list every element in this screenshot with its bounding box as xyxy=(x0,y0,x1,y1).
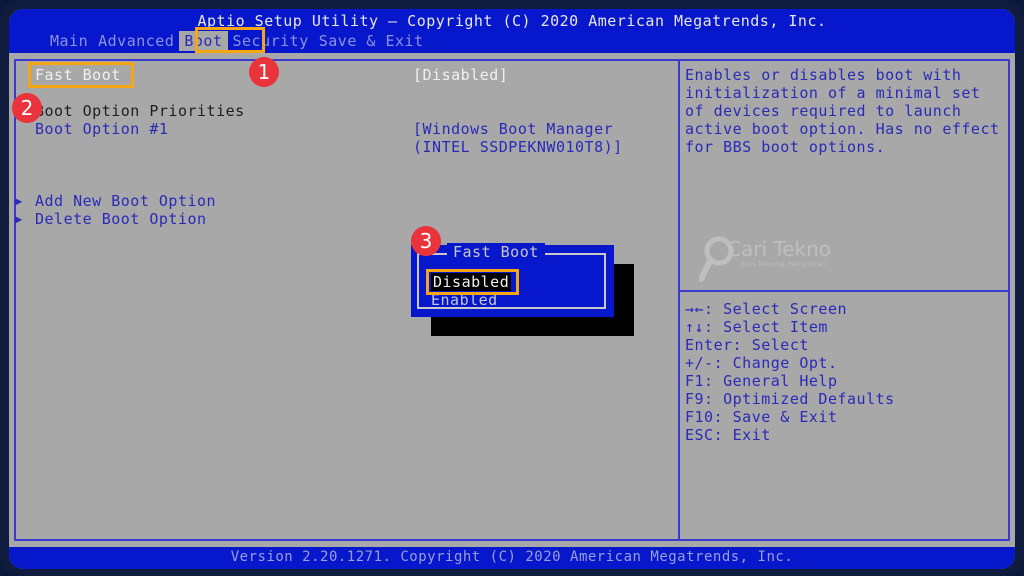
boot-priorities-heading: Boot Option Priorities xyxy=(35,102,245,120)
device-frame: Aptio Setup Utility – Copyright (C) 2020… xyxy=(0,0,1024,576)
help-divider xyxy=(680,290,1010,292)
key-help-item: Enter: Select xyxy=(685,336,809,354)
key-help-item: F1: General Help xyxy=(685,372,838,390)
tab-main[interactable]: Main xyxy=(45,31,93,51)
annotation-badge-3: 3 xyxy=(411,226,441,256)
key-help-item: F9: Optimized Defaults xyxy=(685,390,895,408)
delete-boot-option-item[interactable]: Delete Boot Option xyxy=(35,210,207,228)
bios-screen: Aptio Setup Utility – Copyright (C) 2020… xyxy=(9,9,1015,569)
watermark: Cari Tekno Situs Teknologi Paling Dicari xyxy=(698,235,831,289)
key-help-item: F10: Save & Exit xyxy=(685,408,838,426)
highlight-boot-tab xyxy=(195,27,265,53)
highlight-fast-boot xyxy=(28,62,134,88)
boot-option-1-value-line2: (INTEL SSDPEKNW010T8)] xyxy=(413,138,623,156)
annotation-badge-1: 1 xyxy=(249,57,279,87)
key-help-item: ESC: Exit xyxy=(685,426,771,444)
submenu-arrow-icon: ▶ xyxy=(15,194,23,208)
boot-option-1-value[interactable]: [Windows Boot Manager xyxy=(413,120,613,138)
tab-save-exit[interactable]: Save & Exit xyxy=(314,31,429,51)
key-help-item: ↑↓: Select Item xyxy=(685,318,828,336)
version-text: Version 2.20.1271. Copyright (C) 2020 Am… xyxy=(230,549,794,565)
popup-title: Fast Boot xyxy=(447,243,545,261)
app-title: Aptio Setup Utility – Copyright (C) 2020… xyxy=(197,12,827,30)
footer-bar: Version 2.20.1271. Copyright (C) 2020 Am… xyxy=(9,547,1015,569)
key-help-item: →←: Select Screen xyxy=(685,300,848,318)
highlight-disabled-option xyxy=(426,269,519,295)
panel-divider xyxy=(678,59,680,541)
tab-advanced[interactable]: Advanced xyxy=(93,31,179,51)
key-help-list: →←: Select Screen ↑↓: Select Item Enter:… xyxy=(685,300,895,444)
key-help-item: +/-: Change Opt. xyxy=(685,354,838,372)
submenu-arrow-icon: ▶ xyxy=(15,212,23,226)
watermark-name: Cari Tekno xyxy=(727,237,831,261)
annotation-badge-2: 2 xyxy=(12,93,42,123)
add-new-boot-option-item[interactable]: Add New Boot Option xyxy=(35,192,216,210)
fast-boot-value[interactable]: [Disabled] xyxy=(413,66,508,84)
boot-option-1-item[interactable]: Boot Option #1 xyxy=(35,120,168,138)
header-bar: Aptio Setup Utility – Copyright (C) 2020… xyxy=(9,9,1015,53)
watermark-tagline: Situs Teknologi Paling Dicari xyxy=(741,261,826,268)
help-description: Enables or disables boot with initializa… xyxy=(685,66,1000,156)
